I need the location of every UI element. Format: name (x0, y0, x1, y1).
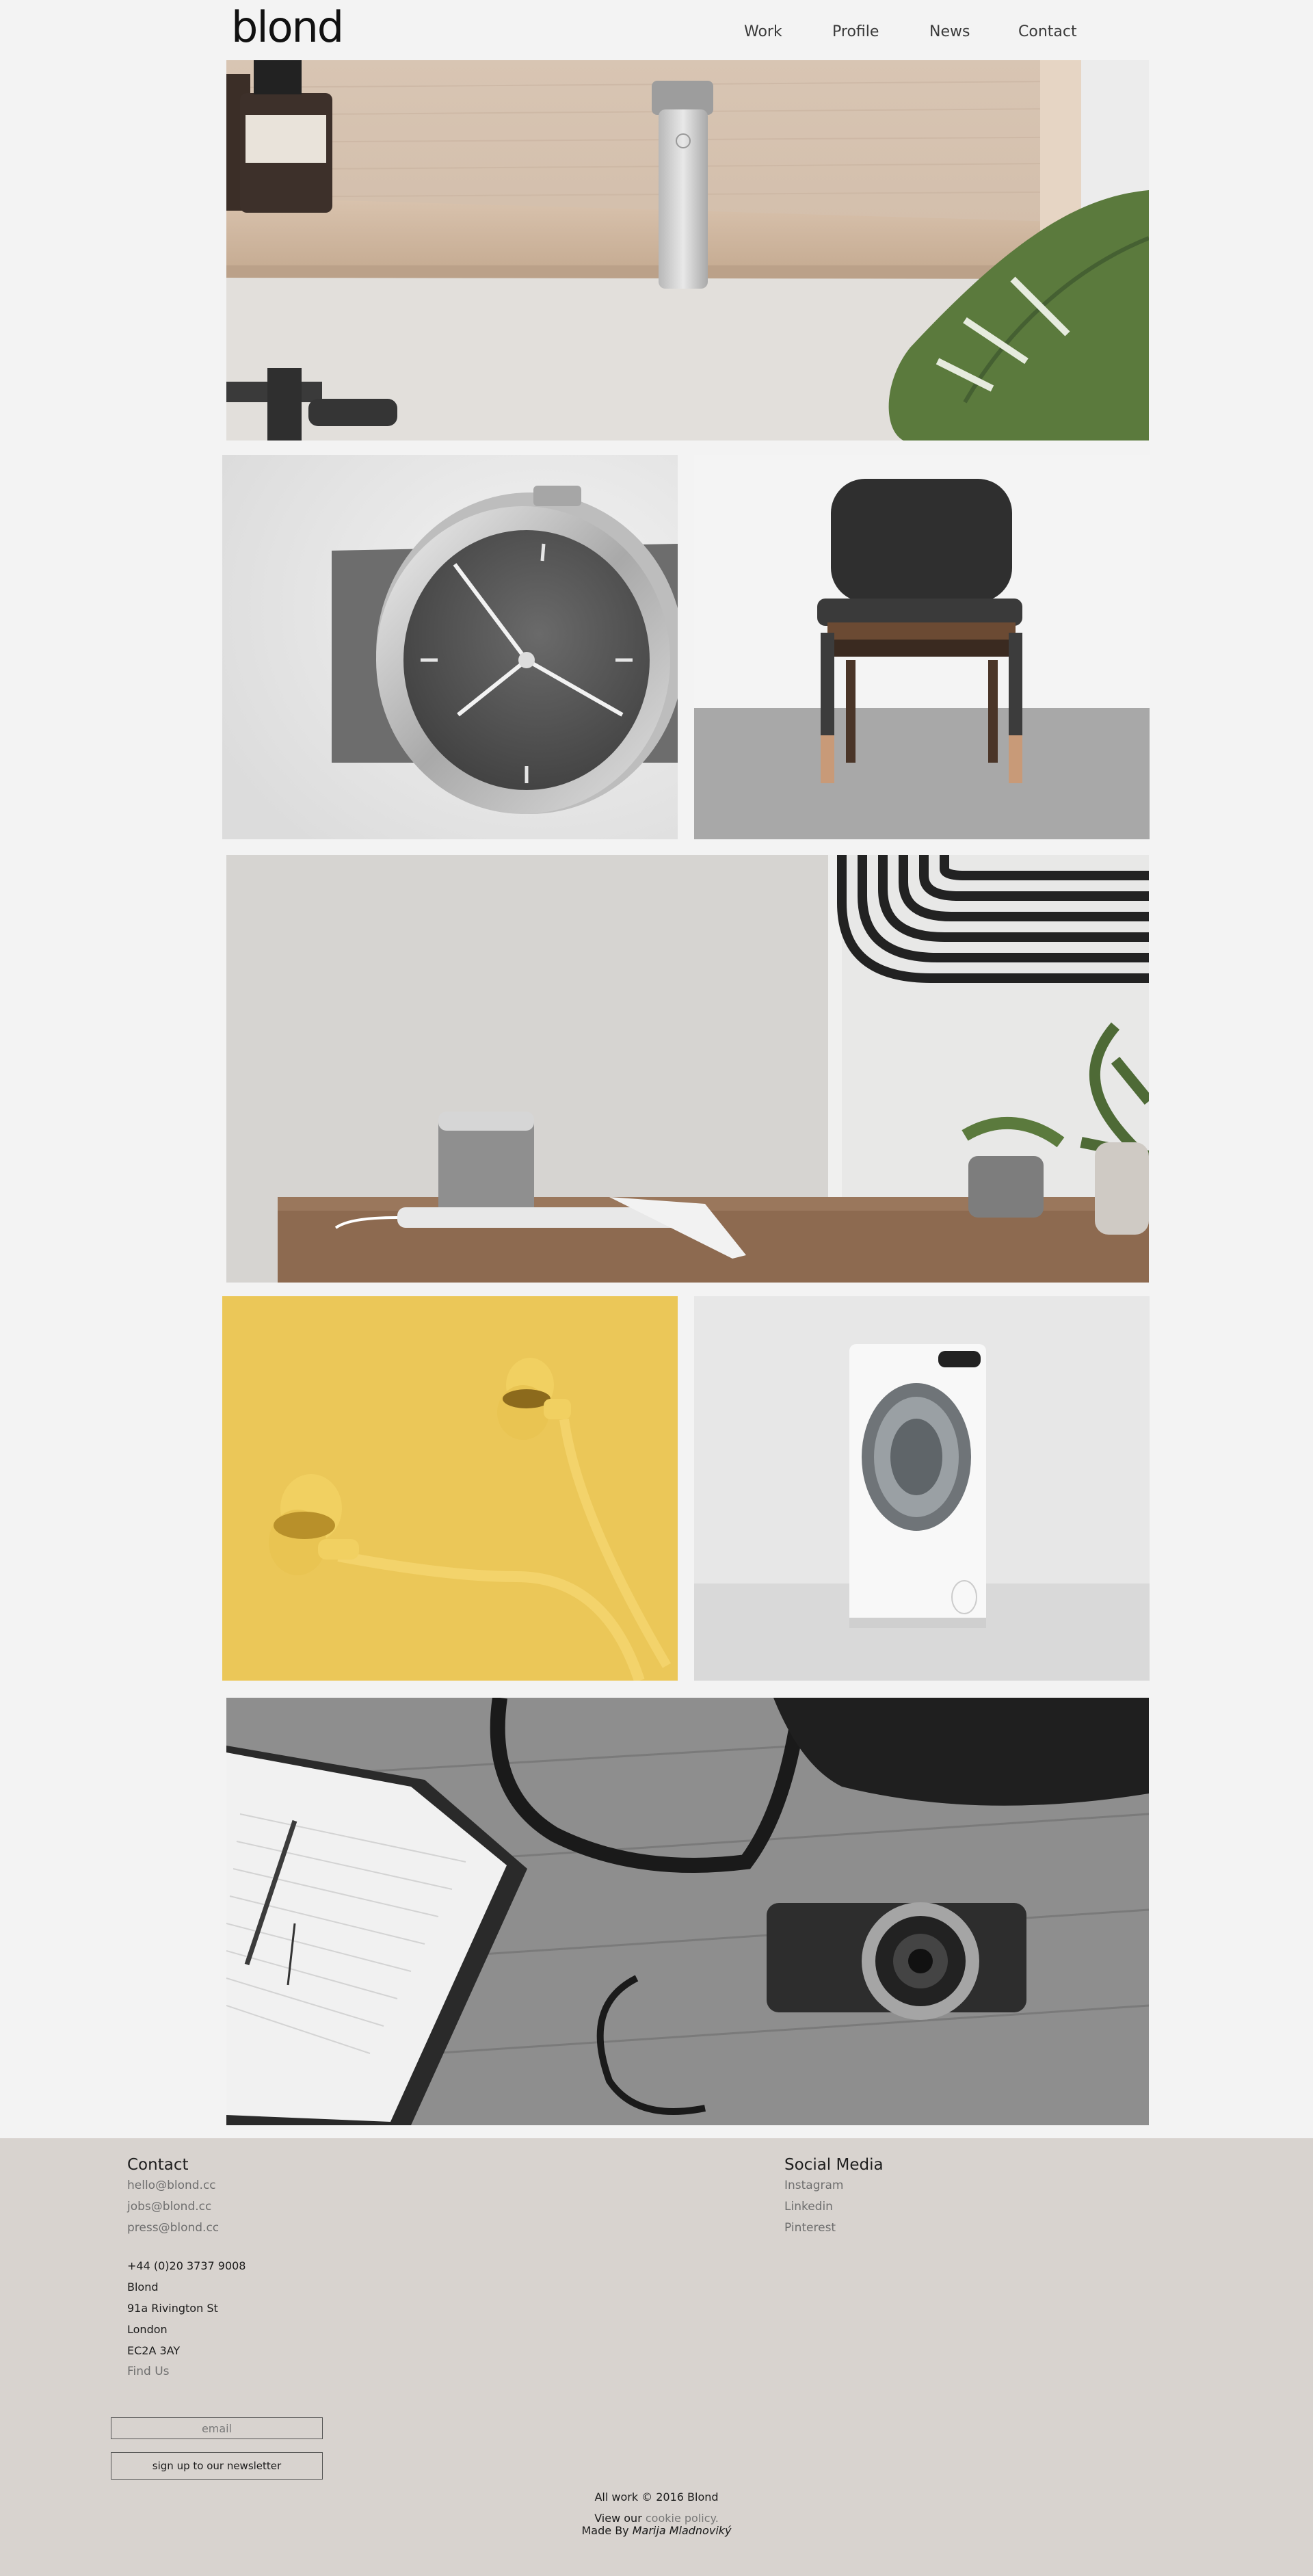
shaver-illustration (226, 60, 1149, 441)
email-hello-link[interactable]: hello@blond.cc (127, 2175, 219, 2196)
credit-prefix: Made By (581, 2524, 633, 2537)
instagram-link[interactable]: Instagram (784, 2175, 844, 2196)
project-image-earphones[interactable] (222, 1296, 678, 1681)
cookie-policy-link[interactable]: cookie policy. (646, 2512, 719, 2525)
nav-profile[interactable]: Profile (832, 23, 879, 40)
nav-work[interactable]: Work (744, 23, 782, 40)
newsletter-email-input[interactable] (111, 2417, 323, 2439)
find-us-link[interactable]: Find Us (127, 2361, 246, 2382)
contact-heading: Contact (127, 2156, 189, 2174)
address-line: Blond (127, 2281, 159, 2294)
contact-emails: hello@blond.cc jobs@blond.cc press@blond… (127, 2175, 219, 2239)
notebook-illustration (226, 1698, 1149, 2125)
email-jobs-link[interactable]: jobs@blond.cc (127, 2196, 219, 2218)
social-links: Instagram Linkedin Pinterest (784, 2175, 844, 2239)
nav-contact[interactable]: Contact (1018, 23, 1077, 40)
watch-illustration (222, 455, 678, 839)
project-image-chair[interactable] (694, 455, 1150, 839)
credit: Made By Marija Mladnoviký (0, 2524, 1313, 2537)
chair-illustration (694, 455, 1150, 839)
cookie-notice: View our cookie policy. (0, 2512, 1313, 2525)
earphones-illustration (222, 1296, 678, 1681)
address-line: 91a Rivington St (127, 2302, 218, 2315)
address-line: London (127, 2323, 168, 2336)
pinterest-link[interactable]: Pinterest (784, 2218, 844, 2239)
project-image-watch[interactable] (222, 455, 678, 839)
project-image-speaker[interactable] (226, 855, 1149, 1283)
copyright: All work © 2016 Blond (594, 2490, 719, 2503)
project-image-shaver[interactable] (226, 60, 1149, 441)
cookie-prefix: View our (594, 2512, 646, 2525)
phone-number: +44 (0)20 3737 9008 (127, 2259, 246, 2272)
newsletter-signup-button[interactable]: sign up to our newsletter (111, 2452, 323, 2480)
email-press-link[interactable]: press@blond.cc (127, 2218, 219, 2239)
credit-name: Marija Mladnoviký (632, 2524, 732, 2537)
project-image-notebook[interactable] (226, 1698, 1149, 2125)
linkedin-link[interactable]: Linkedin (784, 2196, 844, 2218)
social-heading: Social Media (784, 2156, 884, 2174)
nav-news[interactable]: News (929, 23, 970, 40)
address-line: EC2A 3AY (127, 2344, 181, 2357)
main-nav: Work Profile News Contact (0, 23, 1313, 47)
project-image-washing-machine[interactable] (694, 1296, 1150, 1681)
speaker-illustration (226, 855, 1149, 1283)
washing-machine-illustration (694, 1296, 1150, 1681)
contact-address: +44 (0)20 3737 9008 Blond 91a Rivington … (127, 2255, 246, 2382)
